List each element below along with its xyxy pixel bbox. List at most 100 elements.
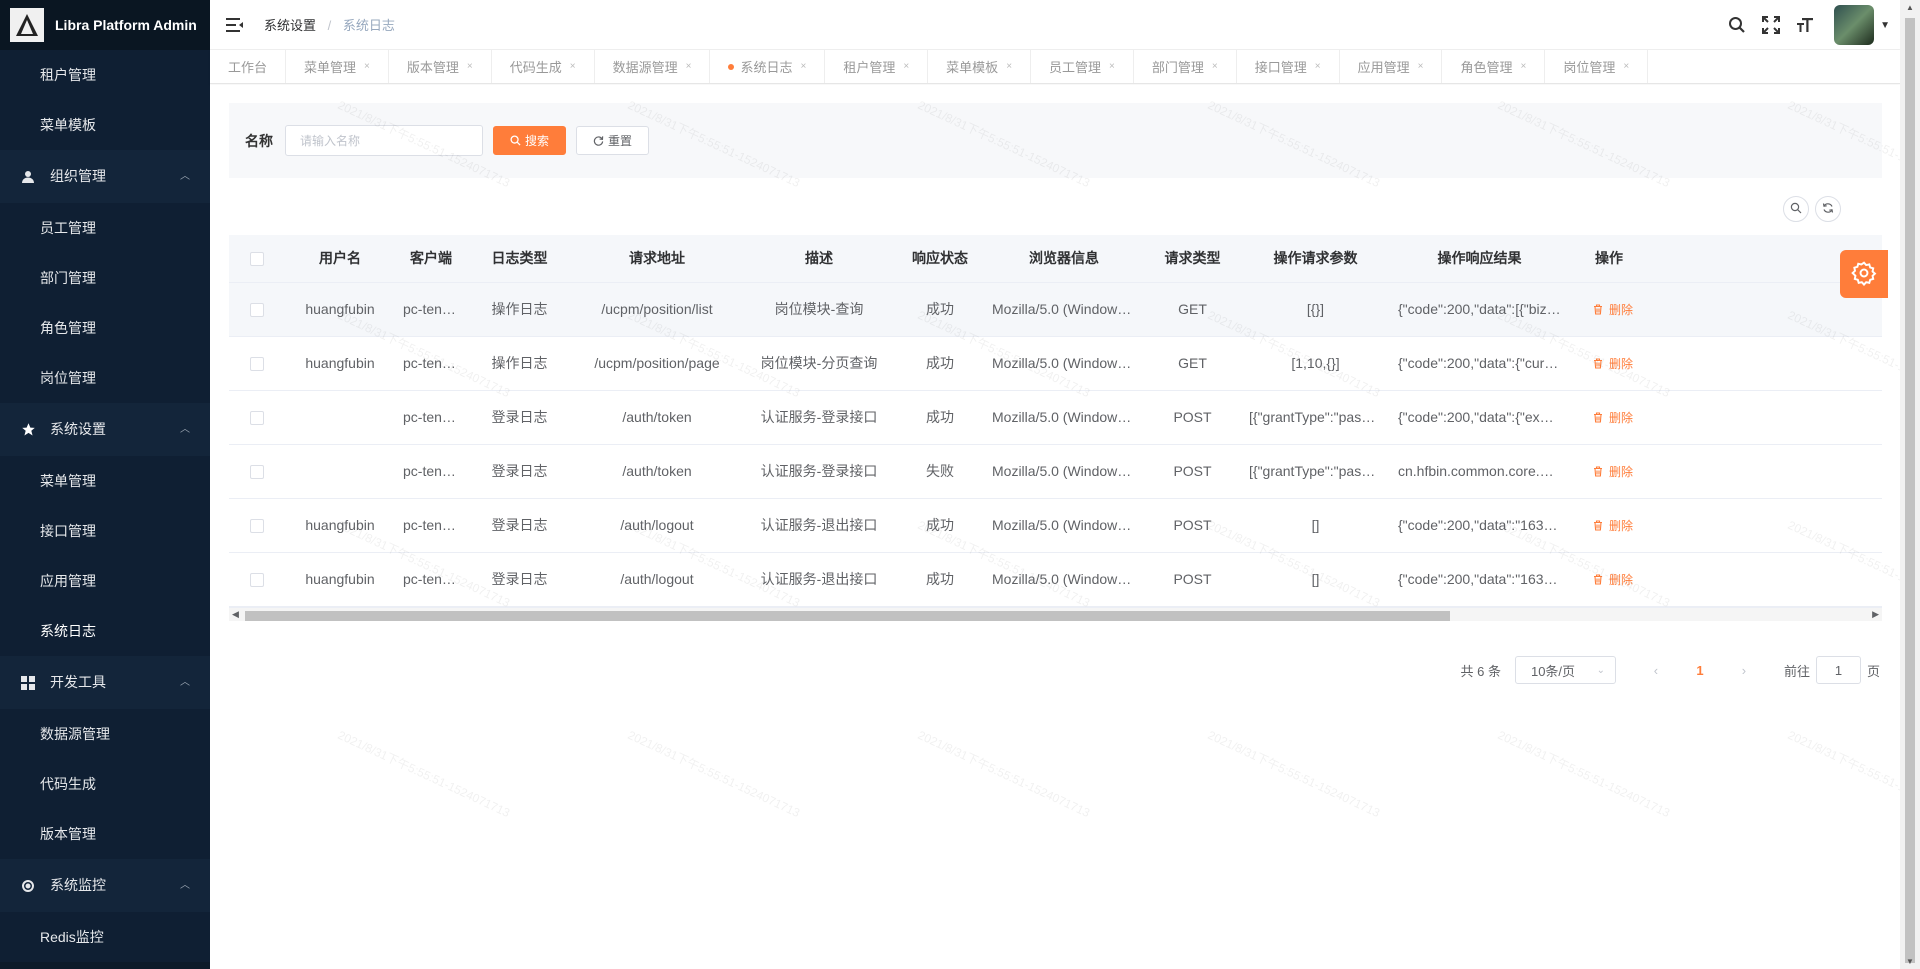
- tab[interactable]: 工作台: [210, 50, 287, 83]
- table-cell: [1,10,{}]: [1241, 336, 1390, 391]
- page-size-select[interactable]: 10条/页 ⌄: [1514, 656, 1616, 684]
- table-cell: 登录日志: [467, 552, 572, 607]
- tab[interactable]: 部门管理 ×: [1134, 50, 1237, 83]
- sidebar-item[interactable]: 接口管理: [0, 506, 210, 556]
- sidebar-item[interactable]: 应用管理: [0, 556, 210, 606]
- page-scrollbar-thumb[interactable]: [1905, 18, 1915, 963]
- tab-label: 系统日志: [740, 60, 793, 75]
- close-icon[interactable]: ×: [1006, 61, 1012, 72]
- close-icon[interactable]: ×: [1212, 61, 1218, 72]
- tab[interactable]: 菜单管理 ×: [286, 50, 389, 83]
- tab[interactable]: 租户管理 ×: [825, 50, 929, 83]
- delete-button[interactable]: 删除: [1593, 571, 1633, 588]
- column-header: 请求类型: [1144, 235, 1241, 283]
- scroll-up-icon[interactable]: ▲: [1906, 3, 1914, 12]
- row-checkbox[interactable]: [250, 357, 264, 372]
- sidebar-group[interactable]: 系统监控 ︿: [0, 859, 210, 912]
- page-vertical-scrollbar[interactable]: ▲ ▼: [1900, 0, 1920, 969]
- table-row[interactable]: huangfubin pc-tenant 登录日志/auth/logout 认证服务-…: [229, 498, 1882, 553]
- sidebar-group-label: 组织管理: [50, 168, 106, 184]
- tab[interactable]: 应用管理 ×: [1340, 50, 1443, 83]
- tab[interactable]: 岗位管理 ×: [1545, 50, 1649, 83]
- font-size-icon[interactable]: [1794, 14, 1816, 36]
- table-row[interactable]: pc-tenant 登录日志/auth/token 认证服务-登录接口 失败 Mozil…: [229, 444, 1882, 499]
- column-header: 用户名: [285, 235, 395, 283]
- sidebar-item[interactable]: 版本管理: [0, 809, 210, 859]
- table-cell: huangfubin: [285, 498, 395, 553]
- sidebar-item[interactable]: 角色管理: [0, 303, 210, 353]
- scrollbar-thumb[interactable]: [245, 611, 1450, 621]
- delete-button[interactable]: 删除: [1593, 355, 1633, 372]
- table-horizontal-scrollbar[interactable]: ◀ ▶: [229, 607, 1882, 621]
- next-page-icon[interactable]: ›: [1734, 663, 1754, 678]
- menu-toggle-icon[interactable]: [226, 17, 244, 33]
- close-icon[interactable]: ×: [1623, 61, 1629, 72]
- tab[interactable]: 版本管理 ×: [389, 50, 492, 83]
- goto-page-input[interactable]: [1815, 656, 1861, 684]
- row-checkbox[interactable]: [250, 465, 264, 480]
- tab[interactable]: 接口管理 ×: [1237, 50, 1340, 83]
- sidebar-group[interactable]: 组织管理 ︿: [0, 150, 210, 203]
- scroll-right-icon[interactable]: ▶: [1872, 609, 1879, 620]
- row-checkbox[interactable]: [250, 303, 264, 318]
- select-all-checkbox[interactable]: [250, 252, 264, 267]
- scroll-left-icon[interactable]: ◀: [232, 609, 239, 620]
- close-icon[interactable]: ×: [1109, 61, 1115, 72]
- row-checkbox[interactable]: [250, 519, 264, 534]
- page-number[interactable]: 1: [1690, 663, 1710, 678]
- close-icon[interactable]: ×: [1418, 61, 1424, 72]
- prev-page-icon[interactable]: ‹: [1646, 663, 1666, 678]
- refresh-table-button[interactable]: [1815, 196, 1841, 222]
- close-icon[interactable]: ×: [1520, 61, 1526, 72]
- scroll-down-icon[interactable]: ▼: [1906, 957, 1914, 966]
- close-icon[interactable]: ×: [686, 61, 692, 72]
- delete-button[interactable]: 删除: [1593, 301, 1633, 318]
- sidebar-item[interactable]: 部门管理: [0, 253, 210, 303]
- close-icon[interactable]: ×: [364, 61, 370, 72]
- table-row[interactable]: pc-tenant 登录日志/auth/token 认证服务-登录接口 成功 Mozil…: [229, 390, 1882, 445]
- table-cell: /ucpm/position/list: [572, 282, 742, 337]
- brand[interactable]: Libra Platform Admin: [0, 0, 210, 50]
- search-icon[interactable]: [1726, 14, 1748, 36]
- close-icon[interactable]: ×: [467, 61, 473, 72]
- row-checkbox[interactable]: [250, 411, 264, 426]
- caret-down-icon[interactable]: ▼: [1880, 20, 1890, 31]
- tab[interactable]: 员工管理 ×: [1031, 50, 1134, 83]
- row-checkbox[interactable]: [250, 573, 264, 588]
- table-cell: pc-tenant: [395, 390, 467, 445]
- fullscreen-icon[interactable]: [1760, 14, 1782, 36]
- tab[interactable]: 角色管理 ×: [1442, 50, 1546, 83]
- search-button[interactable]: 搜索: [493, 126, 566, 155]
- breadcrumb-parent[interactable]: 系统设置: [264, 18, 316, 33]
- name-search-input[interactable]: [285, 125, 483, 156]
- sidebar-item[interactable]: Redis监控: [0, 912, 210, 962]
- tab[interactable]: 菜单模板 ×: [928, 50, 1032, 83]
- close-icon[interactable]: ×: [800, 61, 806, 72]
- tab[interactable]: 系统日志 ×: [710, 50, 826, 83]
- close-icon[interactable]: ×: [903, 61, 909, 72]
- tab[interactable]: 数据源管理 ×: [595, 50, 711, 83]
- table-row[interactable]: huangfubin pc-tenant 操作日志/ucpm/position/li…: [229, 282, 1882, 337]
- table-row[interactable]: huangfubin pc-tenant 登录日志/auth/logout 认证服务-…: [229, 552, 1882, 607]
- reset-button[interactable]: 重置: [576, 126, 649, 155]
- sidebar-item[interactable]: 代码生成: [0, 759, 210, 809]
- sidebar-group[interactable]: 开发工具 ︿: [0, 656, 210, 709]
- sidebar-item[interactable]: 员工管理: [0, 203, 210, 253]
- sidebar-item[interactable]: 系统日志: [0, 606, 210, 656]
- table-row[interactable]: huangfubin pc-tenant 操作日志/ucpm/position/pa…: [229, 336, 1882, 391]
- delete-button[interactable]: 删除: [1593, 463, 1633, 480]
- tab[interactable]: 代码生成 ×: [492, 50, 595, 83]
- delete-button[interactable]: 删除: [1593, 409, 1633, 426]
- sidebar-group[interactable]: 系统设置 ︿: [0, 403, 210, 456]
- sidebar-item[interactable]: 菜单管理: [0, 456, 210, 506]
- delete-button[interactable]: 删除: [1593, 517, 1633, 534]
- sidebar-item[interactable]: 租户管理: [0, 50, 210, 100]
- close-icon[interactable]: ×: [1315, 61, 1321, 72]
- user-avatar[interactable]: [1834, 5, 1875, 45]
- sidebar-item[interactable]: 岗位管理: [0, 353, 210, 403]
- toggle-search-button[interactable]: [1783, 196, 1809, 222]
- sidebar-item[interactable]: 菜单模板: [0, 100, 210, 150]
- settings-drawer-button[interactable]: [1840, 250, 1888, 298]
- sidebar-item[interactable]: 数据源管理: [0, 709, 210, 759]
- close-icon[interactable]: ×: [570, 61, 576, 72]
